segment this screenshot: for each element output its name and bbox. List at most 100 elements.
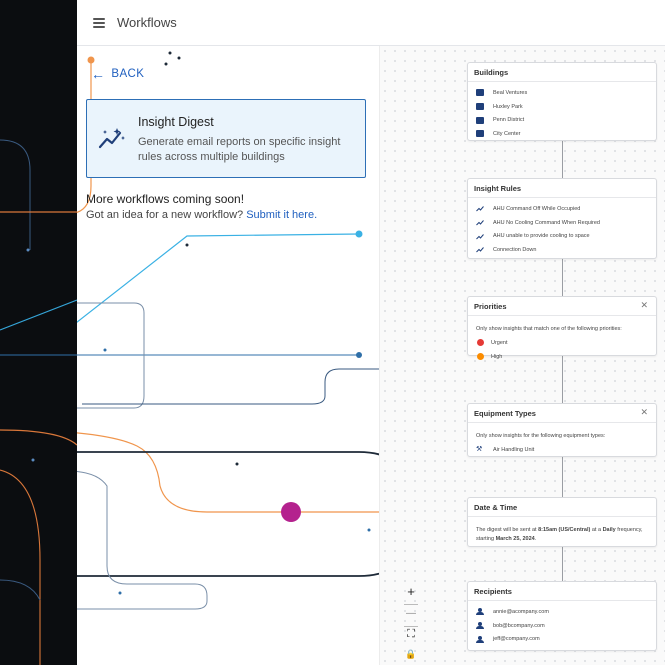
recipients-list: annie@acompany.com bob@bcompany.com jeff@c… bbox=[468, 601, 656, 650]
list-item: Urgent bbox=[476, 336, 648, 350]
schedule-time: 8:15am (US/Central) bbox=[538, 527, 591, 533]
list-item: Beal Ventures bbox=[476, 86, 648, 100]
priorities-node[interactable]: Priorities ✕ Only show insights that mat… bbox=[467, 296, 657, 361]
recipient-email: annie@acompany.com bbox=[493, 608, 549, 615]
sparkle-chart-icon bbox=[98, 128, 125, 149]
priorities-body: Only show insights that match one of the… bbox=[468, 316, 656, 367]
schedule-text-part: The digest will be sent at bbox=[476, 527, 539, 533]
equipment-types-node[interactable]: Equipment Types ✕ Only show insights for… bbox=[467, 403, 657, 457]
list-item: bob@bcompany.com bbox=[476, 619, 648, 633]
list-item: AHU Command Off While Occupied bbox=[476, 202, 648, 216]
recipient-email: jeff@company.com bbox=[493, 636, 540, 643]
building-icon bbox=[476, 130, 484, 138]
schedule-text-part: . bbox=[534, 536, 537, 542]
top-bar: Workflows bbox=[77, 0, 665, 46]
insight-digest-card[interactable]: Insight Digest Generate email reports on… bbox=[86, 99, 366, 178]
date-time-body: The digest will be sent at 8:15am (US/Ce… bbox=[468, 517, 656, 551]
connector-line bbox=[562, 259, 563, 296]
zoom-in-button[interactable]: + bbox=[400, 582, 422, 602]
node-title: Insight Rules bbox=[468, 179, 656, 198]
schedule-text-part: at a bbox=[590, 527, 603, 533]
list-item: High bbox=[476, 350, 648, 364]
close-icon[interactable]: ✕ bbox=[640, 407, 648, 418]
submit-idea-link[interactable]: Submit it here. bbox=[246, 209, 317, 221]
date-time-node[interactable]: Date & Time The digest will be sent at 8… bbox=[467, 497, 657, 547]
tools-icon: ⚒ bbox=[476, 446, 483, 454]
buildings-list: Beal Ventures Huxley Park Penn District Cit… bbox=[468, 82, 656, 145]
building-label: Penn District bbox=[493, 117, 525, 124]
priorities-list: Urgent High bbox=[476, 336, 648, 363]
connector-line bbox=[562, 141, 563, 178]
recipient-email: bob@bcompany.com bbox=[493, 622, 545, 629]
person-icon bbox=[476, 635, 484, 643]
back-label: BACK bbox=[111, 68, 145, 80]
connector-line bbox=[562, 457, 563, 497]
person-icon bbox=[476, 622, 484, 630]
workflow-canvas[interactable]: Buildings Beal Ventures Huxley Park Penn D… bbox=[379, 46, 665, 665]
list-item: City Center bbox=[476, 127, 648, 141]
list-item: ⚒ Air Handling Unit bbox=[476, 443, 648, 457]
more-workflows-text: Got an idea for a new workflow? Submit i… bbox=[86, 209, 317, 221]
insight-rules-list: AHU Command Off While Occupied AHU No Coo… bbox=[468, 198, 656, 261]
buildings-node[interactable]: Buildings Beal Ventures Huxley Park Penn D… bbox=[467, 62, 657, 141]
schedule-text: The digest will be sent at 8:15am (US/Ce… bbox=[476, 521, 648, 547]
priorities-note: Only show insights that match one of the… bbox=[476, 326, 622, 332]
workflow-list-panel: ← BACK Insight Digest Generate email rep… bbox=[77, 46, 379, 665]
sparkle-chart-icon bbox=[476, 206, 484, 212]
node-title: Priorities bbox=[474, 302, 507, 311]
zoom-out-button[interactable]: — bbox=[400, 604, 422, 624]
building-label: Beal Ventures bbox=[493, 89, 528, 96]
card-description: Generate email reports on specific insig… bbox=[138, 136, 341, 163]
decorative-sidebar bbox=[0, 0, 77, 665]
insight-rules-node[interactable]: Insight Rules AHU Command Off While Occu… bbox=[467, 178, 657, 259]
page-title: Workflows bbox=[117, 15, 177, 30]
equipment-label: Air Handling Unit bbox=[493, 446, 535, 453]
list-item: Connection Down bbox=[476, 243, 648, 257]
node-title: Equipment Types bbox=[474, 409, 536, 418]
sparkle-chart-icon bbox=[476, 233, 484, 240]
rule-label: AHU unable to provide cooling to space bbox=[493, 233, 590, 240]
person-icon bbox=[476, 608, 484, 616]
close-icon[interactable]: ✕ bbox=[640, 300, 648, 311]
building-icon bbox=[476, 103, 484, 111]
rule-label: AHU Command Off While Occupied bbox=[493, 205, 581, 212]
lock-button[interactable]: 🔒 bbox=[400, 644, 422, 664]
rule-label: AHU No Cooling Command When Required bbox=[493, 219, 600, 226]
more-workflows-prefix: Got an idea for a new workflow? bbox=[86, 209, 247, 221]
node-header: Priorities ✕ bbox=[468, 297, 656, 316]
equipment-note: Only show insights for the following equ… bbox=[476, 433, 606, 439]
building-label: City Center bbox=[493, 130, 521, 137]
list-item: Huxley Park bbox=[476, 100, 648, 114]
node-title: Buildings bbox=[468, 63, 656, 82]
priority-dot-icon bbox=[477, 339, 484, 347]
connector-line bbox=[562, 547, 563, 581]
priority-label: Urgent bbox=[491, 339, 508, 346]
node-header: Equipment Types ✕ bbox=[468, 404, 656, 423]
arrow-left-icon: ← bbox=[91, 66, 106, 82]
decorative-lines-dark bbox=[0, 139, 77, 665]
list-item: AHU unable to provide cooling to space bbox=[476, 229, 648, 243]
building-icon bbox=[476, 116, 484, 124]
recipients-node[interactable]: Recipients annie@acompany.com bob@bcompan… bbox=[467, 581, 657, 651]
card-title: Insight Digest bbox=[138, 115, 214, 129]
priority-dot-icon bbox=[477, 353, 484, 361]
building-icon bbox=[476, 89, 484, 97]
equipment-body: Only show insights for the following equ… bbox=[468, 423, 656, 461]
building-label: Huxley Park bbox=[493, 103, 523, 110]
schedule-date: March 25, 2024 bbox=[495, 536, 535, 542]
schedule-frequency: Daily bbox=[602, 527, 616, 533]
fit-view-button[interactable]: ⛶ bbox=[400, 624, 422, 644]
back-button[interactable]: ← BACK bbox=[91, 66, 144, 82]
menu-icon[interactable] bbox=[93, 17, 105, 28]
priority-label: High bbox=[491, 353, 503, 360]
node-title: Recipients bbox=[468, 582, 656, 601]
list-item: jeff@company.com bbox=[476, 632, 648, 646]
sparkle-chart-icon bbox=[476, 220, 484, 226]
list-item: annie@acompany.com bbox=[476, 605, 648, 619]
rule-label: Connection Down bbox=[493, 246, 537, 253]
list-item: AHU No Cooling Command When Required bbox=[476, 216, 648, 230]
node-title: Date & Time bbox=[468, 498, 656, 517]
sparkle-chart-icon bbox=[476, 247, 484, 253]
list-item: Penn District bbox=[476, 113, 648, 127]
more-workflows-title: More workflows coming soon! bbox=[86, 192, 245, 206]
